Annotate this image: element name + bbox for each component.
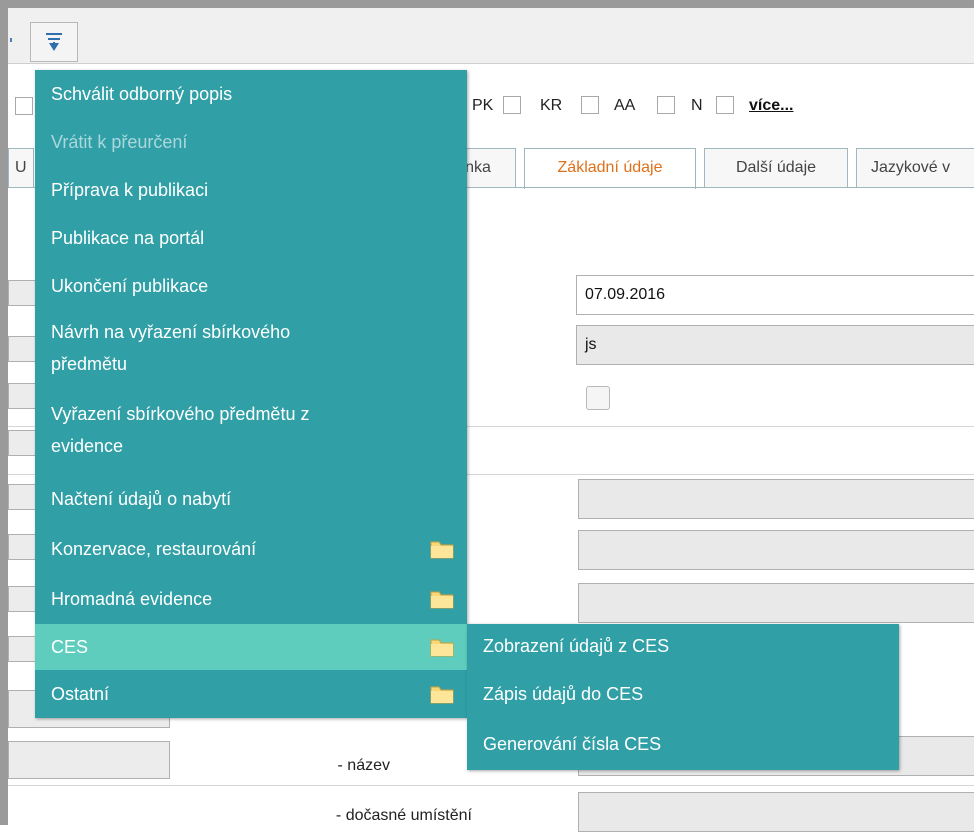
row-separator xyxy=(8,785,974,786)
menu-item-prepare-publication[interactable]: Příprava k publikaci xyxy=(35,166,467,214)
form-checkbox[interactable] xyxy=(586,386,610,410)
more-filters-link[interactable]: více... xyxy=(749,97,793,115)
menu-item-label: Načtení údajů o nabytí xyxy=(51,489,232,509)
menu-item-label: Publikace na portál xyxy=(51,228,205,248)
ces-submenu: Zobrazení údajů z CES Zápis údajů do CES… xyxy=(467,624,899,770)
menu-item-label: CES xyxy=(51,637,89,657)
tab-other-data[interactable]: Další údaje xyxy=(704,148,848,188)
menu-item-bulk-evidence[interactable]: Hromadná evidence xyxy=(35,574,467,624)
filter-checkbox-aa[interactable] xyxy=(657,96,675,114)
toolbar xyxy=(8,8,974,64)
form-field[interactable] xyxy=(578,792,974,832)
menu-item-label: Konzervace, restaurování xyxy=(51,539,257,559)
filter-icon xyxy=(46,33,62,51)
filter-label-aa: AA xyxy=(614,97,636,114)
label-temporary-location: - dočasné umístění xyxy=(335,807,472,824)
filter-checkbox-pk[interactable] xyxy=(503,96,521,114)
menu-item-label: Vyřazení sbírkového předmětu z xyxy=(51,404,310,424)
filter-label-n: N xyxy=(691,97,703,114)
filter-menu-button[interactable] xyxy=(30,22,78,62)
label-name: - název xyxy=(337,757,390,774)
menu-item-conservation[interactable]: Konzervace, restaurování xyxy=(35,524,467,574)
filter-label-pk: PK xyxy=(472,97,494,114)
menu-item-publish-portal[interactable]: Publikace na portál xyxy=(35,214,467,262)
folder-icon xyxy=(430,541,454,559)
hidden-checkbox[interactable] xyxy=(15,97,33,115)
menu-item-remove-from-evidence[interactable]: Vyřazení sbírkového předmětu z evidence xyxy=(35,398,467,472)
left-box xyxy=(8,741,170,779)
filter-checkbox-n[interactable] xyxy=(716,96,734,114)
toolbar-separator xyxy=(10,38,12,42)
menu-item-end-publication[interactable]: Ukončení publikace xyxy=(35,262,467,310)
user-field[interactable]: js xyxy=(576,325,974,365)
menu-item-label: Ukončení publikace xyxy=(51,276,209,296)
form-field[interactable] xyxy=(578,583,974,623)
menu-item-label: Ostatní xyxy=(51,684,110,704)
window-left-border xyxy=(0,8,8,825)
date-field[interactable]: 07.09.2016 xyxy=(576,275,974,315)
menu-item-label: Hromadná evidence xyxy=(51,589,213,609)
tab-first[interactable]: U xyxy=(8,148,34,188)
menu-item-label: Návrh na vyřazení sbírkového xyxy=(51,322,291,342)
menu-item-propose-removal[interactable]: Návrh na vyřazení sbírkového předmětu xyxy=(35,316,467,390)
menu-item-other[interactable]: Ostatní xyxy=(35,670,467,718)
form-field[interactable] xyxy=(578,479,974,519)
filter-checkbox-kr[interactable] xyxy=(581,96,599,114)
submenu-item-write-ces-data[interactable]: Zápis údajů do CES xyxy=(483,684,643,705)
submenu-item-generate-ces-number[interactable]: Generování čísla CES xyxy=(483,734,661,755)
filter-label-kr: KR xyxy=(540,97,563,114)
actions-menu: Schválit odborný popis Vrátit k přeurčen… xyxy=(35,70,467,718)
tab-language[interactable]: Jazykové v xyxy=(856,148,974,188)
menu-item-approve-description[interactable]: Schválit odborný popis xyxy=(35,70,467,118)
menu-item-load-acquisition-data[interactable]: Načtení údajů o nabytí xyxy=(35,474,467,524)
submenu-item-show-ces-data[interactable]: Zobrazení údajů z CES xyxy=(483,636,669,657)
folder-icon xyxy=(430,639,454,657)
menu-item-label: Schválit odborný popis xyxy=(51,84,233,104)
menu-item-label: předmětu xyxy=(51,354,128,374)
menu-item-label: Příprava k publikaci xyxy=(51,180,209,200)
form-field[interactable] xyxy=(578,530,974,570)
menu-item-return-to-redetermination: Vrátit k přeurčení xyxy=(35,118,467,166)
menu-item-label: evidence xyxy=(51,436,124,456)
menu-item-ces[interactable]: CES xyxy=(35,624,467,670)
folder-icon xyxy=(430,591,454,609)
tab-basic-data[interactable]: Základní údaje xyxy=(524,148,696,189)
window-top-border xyxy=(0,0,974,8)
folder-icon xyxy=(430,686,454,704)
menu-item-label: Vrátit k přeurčení xyxy=(51,132,188,152)
